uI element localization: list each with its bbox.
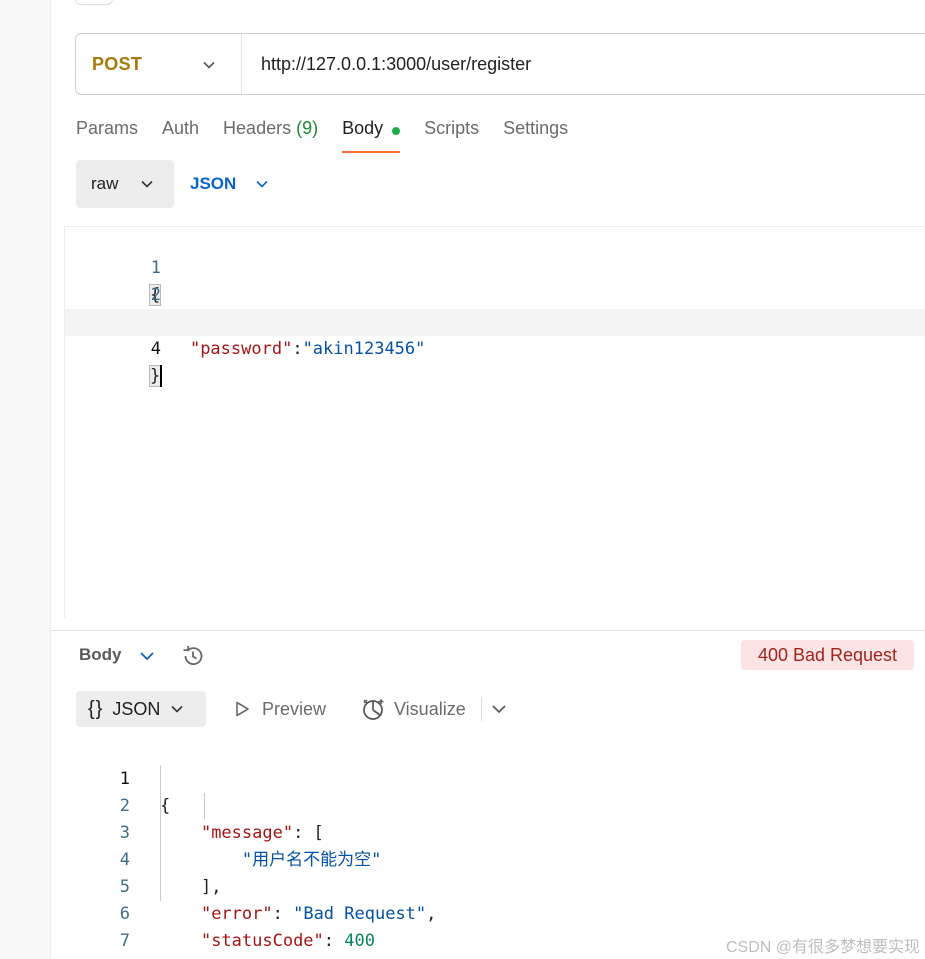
response-line: 6 "statusCode": 400 (76, 874, 375, 951)
body-mode-select[interactable]: raw (76, 160, 174, 208)
editor-line: 1 { (65, 228, 925, 306)
tab-scripts-label: Scripts (424, 118, 480, 138)
pane-divider[interactable] (51, 630, 925, 631)
chevron-down-icon[interactable] (139, 649, 155, 663)
json-value: "用户名不能为空" (241, 850, 382, 870)
tab-scripts[interactable]: Scripts (424, 116, 479, 153)
response-format-label: JSON (112, 698, 161, 719)
response-line: 7 } (76, 901, 171, 959)
response-line: 4 ], (76, 820, 222, 897)
json-key: "statusCode" (200, 931, 324, 951)
json-key: "message" (200, 823, 294, 843)
json-value: "akin123456" (302, 339, 426, 359)
json-number: 400 (344, 931, 375, 951)
body-language-label: JSON (190, 174, 237, 193)
body-language-select[interactable]: JSON (190, 160, 269, 208)
response-line: 1 { (76, 739, 171, 816)
tab-params[interactable]: Params (76, 116, 138, 153)
line-number: 7 (119, 931, 130, 951)
editor-line: 3 "password":"akin123456" (65, 282, 925, 359)
close-brace: } (160, 955, 170, 959)
tab-auth-label: Auth (162, 118, 200, 138)
json-punct: : (272, 904, 294, 924)
response-format-select[interactable]: {} JSON (76, 691, 206, 727)
tab-body-label: Body (342, 118, 384, 138)
json-punct: ], (200, 877, 222, 897)
tab-params-label: Params (76, 118, 139, 138)
indent-guide (204, 793, 205, 819)
preview-button[interactable]: Preview (233, 691, 326, 727)
tab-body[interactable]: Body (342, 116, 401, 153)
method-select[interactable]: POST (76, 34, 242, 94)
request-tabs: Params Auth Headers (9) Body Scripts Sett… (76, 116, 592, 156)
tab-settings[interactable]: Settings (503, 116, 568, 153)
left-sidebar-rail (0, 0, 51, 959)
json-braces-icon: {} (88, 697, 104, 720)
visualize-button[interactable]: Visualize (360, 691, 466, 727)
toolbar-separator (481, 697, 482, 721)
open-brace: { (160, 796, 171, 816)
visualize-icon (363, 699, 384, 720)
request-body-editor[interactable]: 1 { 2 "username":"", 3 "password":"akin1… (64, 226, 925, 618)
json-key: "password" (189, 339, 293, 359)
tab-headers[interactable]: Headers (9) (223, 116, 318, 153)
json-key: "error" (200, 904, 273, 924)
json-punct: : (323, 931, 345, 951)
watermark: CSDN @有很多梦想要实现 (725, 939, 920, 956)
tab-auth[interactable]: Auth (162, 116, 199, 153)
headers-count-badge: (9) (296, 118, 319, 138)
text-cursor (160, 365, 163, 387)
method-label: POST (92, 53, 143, 74)
body-mode-label: raw (91, 174, 119, 193)
json-colon: : (292, 339, 303, 359)
body-indicator-dot (392, 127, 401, 135)
history-icon[interactable] (180, 643, 206, 669)
editor-line: 2 "username":"", (65, 255, 925, 332)
response-section-label[interactable]: Body (79, 645, 122, 665)
tab-settings-label: Settings (503, 118, 569, 138)
toolbar-stub[interactable] (75, 0, 113, 5)
response-line: 2 "message": [ (76, 766, 324, 843)
chevron-down-icon (141, 180, 153, 188)
json-punct: : [ (293, 823, 324, 843)
preview-label: Preview (262, 698, 327, 719)
editor-line-current: 4 } (65, 309, 925, 387)
chevron-down-icon (203, 61, 215, 69)
request-url-bar: POST http://127.0.0.1:3000/user/register (75, 33, 925, 95)
response-line: 3 "用户名不能为空" (76, 793, 382, 870)
response-line: 5 "error": "Bad Request", (76, 847, 437, 924)
url-input[interactable]: http://127.0.0.1:3000/user/register (242, 54, 531, 75)
chevron-down-icon[interactable] (491, 702, 507, 716)
tab-headers-label: Headers (223, 118, 292, 138)
play-icon (236, 701, 249, 717)
chevron-down-icon (171, 705, 183, 713)
json-comma: , (426, 904, 437, 924)
line-number: 4 (150, 339, 161, 359)
visualize-label: Visualize (394, 698, 466, 719)
status-badge[interactable]: 400 Bad Request (741, 640, 914, 670)
chevron-down-icon (256, 180, 268, 188)
json-value: "Bad Request" (293, 904, 427, 924)
